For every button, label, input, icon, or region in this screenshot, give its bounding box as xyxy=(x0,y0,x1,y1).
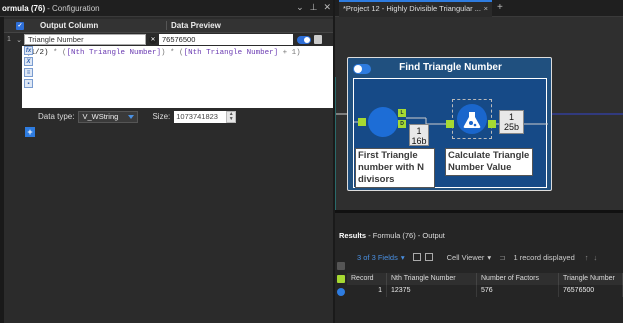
fields-caret-icon[interactable]: ▾ xyxy=(401,253,405,262)
table-row[interactable]: 1 12375 576 76576500 xyxy=(347,285,623,297)
expr-op1: * ( xyxy=(48,49,67,57)
cell-nth-triangle[interactable]: 12375 xyxy=(387,285,477,297)
close-tab-icon[interactable]: × xyxy=(484,2,488,16)
filter-icon[interactable] xyxy=(424,253,433,261)
expr-field2: [Nth Triangle Number] xyxy=(183,49,279,57)
check-icon[interactable] xyxy=(412,253,421,261)
saved-expressions-icon[interactable]: ≡ xyxy=(24,68,33,77)
editor-toolbar: fx X ≡ ▪ xyxy=(24,46,34,90)
arrow-up-icon[interactable]: ↑ xyxy=(585,253,589,262)
expression-editor[interactable]: (1/2) * ([Nth Triangle Number]) * ([Nth … xyxy=(22,46,333,108)
formula-grid-header: ✓ Output Column Data Preview xyxy=(4,19,333,33)
formula-tool[interactable] xyxy=(457,104,487,134)
col-triangle-number[interactable]: Triangle Number xyxy=(559,273,623,285)
left-edge-strip xyxy=(0,17,4,323)
function-icon[interactable]: fx xyxy=(24,46,33,55)
dropdown-caret-icon xyxy=(128,114,135,119)
data-type-value: V_WString xyxy=(82,111,119,121)
expr-op3: + 1) xyxy=(278,49,301,57)
chevron-down-icon[interactable]: ⌄ xyxy=(296,2,304,13)
viewer-caret-icon[interactable]: ▾ xyxy=(487,253,491,262)
cell-record[interactable]: 1 xyxy=(347,285,387,297)
table-header-row: Record Nth Triangle Number Number of Fac… xyxy=(347,273,623,285)
record-badge-1: 1 16b xyxy=(409,124,429,146)
new-tab-icon[interactable]: + xyxy=(497,2,503,13)
add-formula-button[interactable]: + xyxy=(25,127,35,137)
port-l[interactable]: L xyxy=(398,109,406,117)
cell-number-of-factors[interactable]: 576 xyxy=(477,285,559,297)
tab-bar: *Project 12 - Highly Divisible Triangula… xyxy=(335,0,623,17)
tab-label: *Project 12 - Highly Divisible Triangula… xyxy=(343,4,481,13)
col-nth-triangle[interactable]: Nth Triangle Number xyxy=(387,273,477,285)
arrow-down-icon[interactable]: ↓ xyxy=(594,253,598,262)
fields-selector[interactable]: 3 of 3 Fields xyxy=(357,253,398,262)
results-toolbar: 3 of 3 Fields ▾ Cell Viewer ▾ ⊐ 1 record… xyxy=(335,248,623,266)
flask-icon xyxy=(463,112,481,128)
results-table: Record Nth Triangle Number Number of Fac… xyxy=(347,273,623,297)
workflow-canvas[interactable]: Find Triangle Number L D 1 16b First Tri… xyxy=(335,17,623,210)
config-empty-area xyxy=(22,140,333,323)
results-panel: Results - Formula (76) - Output 3 of 3 F… xyxy=(335,210,623,323)
formula-output-anchor[interactable] xyxy=(488,120,496,128)
select-all-checkbox[interactable]: ✓ xyxy=(16,21,24,30)
output-column-header: Output Column xyxy=(40,21,99,30)
results-title-bold: Results xyxy=(339,231,367,240)
data-type-row: Data type: V_WString Size: 1073741823 ▲ ▼ xyxy=(22,108,333,125)
clear-icon[interactable]: ✕ xyxy=(149,35,157,44)
input-anchor[interactable] xyxy=(358,118,366,126)
expr-field1: [Nth Triangle Number] xyxy=(66,49,162,57)
badge-size-2: 25b xyxy=(503,122,520,132)
output-column-input[interactable]: Triangle Number xyxy=(24,34,146,45)
expr-op2: ) * ( xyxy=(161,49,184,57)
container-body: L D 1 16b First Triangle number with N d… xyxy=(353,78,548,188)
row-number: 1 xyxy=(7,36,11,43)
config-title-icons: ⌄ ⊥ ✕ xyxy=(296,2,331,13)
close-icon[interactable]: ✕ xyxy=(323,2,331,13)
record-badge-2: 1 25b xyxy=(499,110,524,134)
data-preview-header: Data Preview xyxy=(166,21,316,30)
size-label: Size: xyxy=(152,112,171,121)
tool2-label: Calculate Triangle Number Value xyxy=(445,148,533,176)
save-icon[interactable]: ▪ xyxy=(24,79,33,88)
col-record[interactable]: Record xyxy=(347,273,387,285)
metadata-icon[interactable] xyxy=(337,262,345,270)
cell-viewer-select[interactable]: Cell Viewer xyxy=(447,253,485,262)
expand-chevron-icon[interactable]: ⌄ xyxy=(14,36,24,44)
tool1-label: First Triangle number with N divisors xyxy=(355,148,435,188)
results-title: Results - Formula (76) - Output xyxy=(339,231,445,240)
variables-icon[interactable]: X xyxy=(24,57,33,66)
macro-tool-1[interactable] xyxy=(368,107,398,137)
badge-count-2: 1 xyxy=(508,112,514,122)
size-input[interactable]: 1073741823 xyxy=(174,110,227,123)
config-title: ormula (76) xyxy=(2,3,46,13)
results-side-icons xyxy=(335,257,347,317)
col-number-of-factors[interactable]: Number of Factors xyxy=(477,273,559,285)
help-icon[interactable] xyxy=(337,288,345,296)
tab-workflow[interactable]: *Project 12 - Highly Divisible Triangula… xyxy=(339,0,492,17)
badge-size-1: 16b xyxy=(411,136,427,146)
data-type-select[interactable]: V_WString xyxy=(78,110,139,123)
configuration-panel: ormula (76) - Configuration ⌄ ⊥ ✕ ✓ Outp… xyxy=(0,0,333,323)
data-type-label: Data type: xyxy=(38,112,75,121)
pin-icon[interactable]: ⊥ xyxy=(310,2,318,13)
formula-input-anchor[interactable] xyxy=(446,120,454,128)
size-stepper[interactable]: ▲ ▼ xyxy=(226,110,237,123)
container-title: Find Triangle Number xyxy=(399,62,502,73)
data-icon[interactable] xyxy=(337,275,345,283)
cell-triangle-number[interactable]: 76576500 xyxy=(559,285,623,297)
config-title-bar: ormula (76) - Configuration ⌄ ⊥ ✕ xyxy=(0,0,333,17)
config-subtitle: - Configuration xyxy=(47,3,100,13)
records-displayed: 1 record displayed xyxy=(513,252,575,262)
port-d[interactable]: D xyxy=(398,120,406,128)
macro-container[interactable]: Find Triangle Number L D 1 16b First Tri… xyxy=(347,57,552,191)
bookmark-icon[interactable]: ⊐ xyxy=(499,253,505,262)
data-preview-value: 76576500 xyxy=(159,34,293,45)
formula-row[interactable]: 1 ⌄ Triangle Number ✕ 76576500 xyxy=(4,33,333,46)
enable-toggle[interactable] xyxy=(297,35,311,44)
results-title-rest: - Formula (76) - Output xyxy=(368,231,445,240)
delete-icon[interactable] xyxy=(314,35,322,44)
badge-count-1: 1 xyxy=(416,126,422,136)
